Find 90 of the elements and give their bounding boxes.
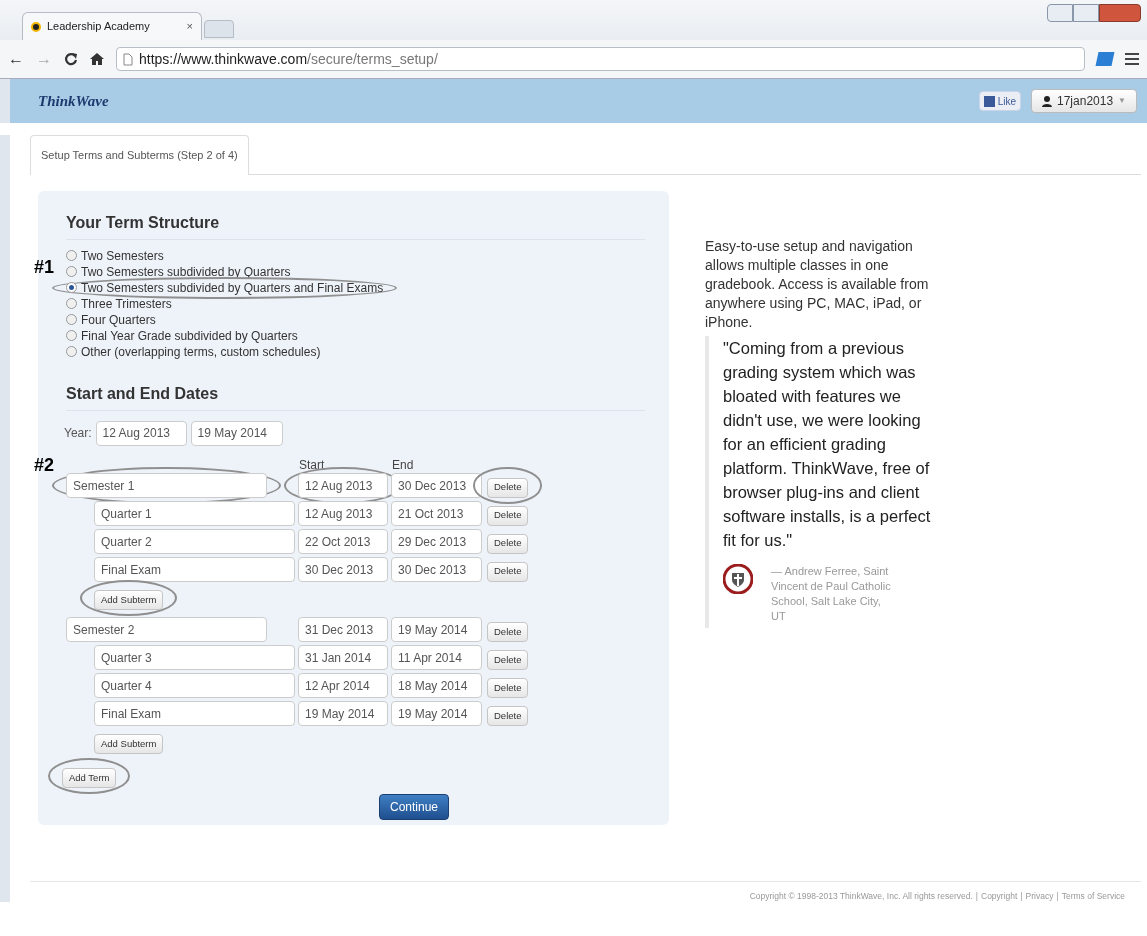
column-header: Start [299,456,326,472]
menu-icon[interactable] [1125,53,1139,65]
back-button[interactable]: ← [8,47,24,71]
radio-label: Other (overlapping terms, custom schedules) [81,343,321,361]
reload-icon[interactable] [64,52,78,66]
annotation-marker: #2 [34,453,55,477]
url-text: https://www.thinkwave.com/secure/terms_setup/ [139,49,438,69]
page-icon [123,52,133,66]
browser-tab[interactable]: Leadership Academy × [22,12,202,40]
separator: | [1020,889,1023,903]
year-start-field[interactable]: 12 Aug 2013 [95,420,187,446]
start-date-field[interactable]: 22 Oct 2013 [298,529,388,555]
radio-button[interactable] [66,250,77,261]
end-date-field[interactable]: 29 Dec 2013 [391,529,482,554]
separator: | [1056,889,1059,903]
year-end-field[interactable]: 19 May 2014 [190,420,283,446]
radio-button[interactable] [66,346,77,357]
delete-button[interactable]: Delete [487,621,529,642]
end-date-field[interactable]: 30 Dec 2013 [391,473,482,498]
section-title: Your Term Structure [66,210,645,240]
user-icon [1042,95,1052,107]
column-header: End [392,456,414,472]
end-date-field[interactable]: 18 May 2014 [391,673,482,699]
year-label: Year: [64,425,92,442]
tab-title: Leadership Academy [47,19,151,35]
close-icon[interactable]: × [186,18,193,35]
user-menu-button[interactable]: 17jan2013 ▼ [1031,89,1137,113]
minimize-button[interactable] [1047,4,1073,22]
start-date-field[interactable]: 31 Jan 2014 [298,645,388,671]
add-subterm-button[interactable]: Add Subterm [94,589,164,610]
delete-button[interactable]: Delete [487,533,529,554]
radio-label: Four Quarters [81,311,156,329]
start-date-field[interactable]: 31 Dec 2013 [298,617,388,643]
copyright-text: Copyright © 1998-2013 ThinkWave, Inc. All rights reserved. [749,889,973,903]
start-date-field[interactable]: 19 May 2014 [298,701,388,727]
home-icon[interactable] [90,52,104,66]
radio-button[interactable] [66,330,77,341]
term-name-field[interactable]: Semester 1 [66,473,267,499]
continue-button[interactable]: Continue [379,793,450,820]
radio-label: Three Trimesters [81,295,172,313]
section-title: Start and End Dates [66,381,645,411]
delete-button[interactable]: Delete [487,677,529,698]
separator: | [975,889,978,903]
end-date-field[interactable]: 21 Oct 2013 [391,501,482,526]
term-name-field[interactable]: Final Exam [94,701,295,727]
add-term-button[interactable]: Add Term [62,767,117,788]
delete-button[interactable]: Delete [487,561,529,582]
radio-label: Final Year Grade subdivided by Quarters [81,327,298,345]
start-date-field[interactable]: 12 Aug 2013 [298,473,388,499]
end-date-field[interactable]: 19 May 2014 [391,617,482,643]
radio-button[interactable] [66,314,77,325]
annotation-marker: #1 [34,255,55,279]
radio-label: Two Semesters [81,247,164,265]
new-tab-button[interactable] [204,20,234,38]
delete-button[interactable]: Delete [487,705,529,726]
add-subterm-button[interactable]: Add Subterm [94,733,164,754]
term-name-field[interactable]: Quarter 3 [94,645,295,671]
end-date-field[interactable]: 30 Dec 2013 [391,557,482,582]
close-window-button[interactable] [1099,4,1141,22]
delete-button[interactable]: Delete [487,477,529,498]
attribution-text: — Andrew Ferree, Saint Vincent de Paul Catholic School, Salt Lake City, UT [771,563,892,624]
radio-label: Two Semesters subdivided by Quarters and Final Exams [81,279,384,297]
start-date-field[interactable]: 12 Apr 2014 [298,673,388,699]
end-date-field[interactable]: 19 May 2014 [391,701,482,727]
sun-icon [31,21,41,32]
intro-text: Easy-to-use setup and navigation allows multiple classes in one gradebook. Access is available from anywhere using PC, MAC, iPad, or iPhone. [705,236,930,332]
radio-label: Two Semesters subdivided by Quarters [81,263,291,281]
term-name-field[interactable]: Semester 2 [66,617,267,643]
end-date-field[interactable]: 11 Apr 2014 [391,645,482,671]
page-tab[interactable]: Setup Terms and Subterms (Step 2 of 4) [30,135,249,175]
radio-button[interactable] [66,266,77,277]
term-name-field[interactable]: Quarter 1 [94,501,295,527]
logo[interactable]: ThinkWave [38,93,109,109]
delete-button[interactable]: Delete [487,649,529,670]
address-bar[interactable]: https://www.thinkwave.com/secure/terms_setup/ [116,47,1085,71]
radio-button[interactable] [66,298,77,309]
start-date-field[interactable]: 12 Aug 2013 [298,501,388,527]
radio-button[interactable] [66,282,77,293]
school-crest-icon [723,563,753,594]
maximize-button[interactable] [1073,4,1099,22]
like-button[interactable]: Like [978,91,1021,111]
extension-icon[interactable] [1095,52,1115,66]
term-name-field[interactable]: Final Exam [94,557,295,583]
start-date-field[interactable]: 30 Dec 2013 [298,557,388,583]
term-name-field[interactable]: Quarter 4 [94,673,295,699]
quote-text: "Coming from a previous grading system which was bloated with features we didn't use, we were looking for an efficient grading platform. ThinkWave, free of browser plug-ins and client software installs, is a perfect fit for us." [723,337,932,551]
term-name-field[interactable]: Quarter 2 [94,529,295,555]
facebook-icon [983,95,995,107]
delete-button[interactable]: Delete [487,505,529,526]
caret-icon: ▼ [1118,95,1126,107]
